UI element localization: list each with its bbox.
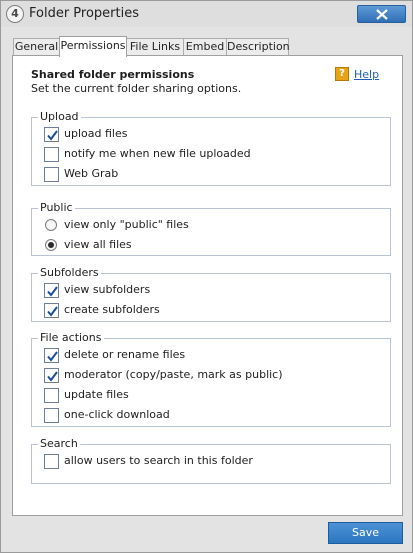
view-all-files-label: view all files [64, 238, 132, 251]
allow-search-label: allow users to search in this folder [64, 454, 253, 467]
window-title: Folder Properties [29, 6, 140, 21]
search-group: Search allow users to search in this fol… [31, 437, 391, 484]
tab-description[interactable]: Description [226, 38, 290, 55]
upload-group: Upload upload files notify me when new f… [31, 110, 391, 186]
delete-rename-checkbox[interactable] [44, 348, 59, 363]
permissions-panel: Shared folder permissions Set the curren… [12, 55, 403, 516]
title-bar[interactable]: 4 Folder Properties [1, 1, 412, 27]
public-group: Public view only "public" files view all… [31, 201, 391, 256]
close-button[interactable] [357, 5, 406, 23]
tab-embed[interactable]: Embed [183, 38, 227, 55]
checkmark-icon [47, 371, 58, 382]
web-grab-checkbox[interactable] [44, 167, 59, 182]
subfolders-group: Subfolders view subfolders create subfol… [31, 266, 391, 322]
tab-permissions[interactable]: Permissions [59, 36, 127, 57]
file-actions-group: File actions delete or rename files mode… [31, 331, 391, 427]
checkmark-icon [47, 130, 58, 141]
help-icon[interactable]: ? [335, 67, 349, 81]
public-group-label: Public [38, 201, 75, 214]
view-public-only-label: view only "public" files [64, 218, 189, 231]
upload-group-label: Upload [38, 110, 81, 123]
one-click-download-label: one-click download [64, 408, 170, 421]
upload-files-checkbox[interactable] [44, 127, 59, 142]
view-all-files-radio[interactable] [45, 239, 57, 251]
checkmark-icon [47, 286, 58, 297]
moderator-checkbox[interactable] [44, 368, 59, 383]
web-grab-label: Web Grab [64, 167, 119, 180]
upload-files-label: upload files [64, 127, 128, 140]
notify-upload-label: notify me when new file uploaded [64, 147, 251, 160]
notify-upload-checkbox[interactable] [44, 147, 59, 162]
create-subfolders-checkbox[interactable] [44, 303, 59, 318]
folder-properties-window: 4 Folder Properties General Permissions … [0, 0, 413, 553]
create-subfolders-label: create subfolders [64, 303, 160, 316]
delete-rename-label: delete or rename files [64, 348, 186, 361]
view-subfolders-checkbox[interactable] [44, 283, 59, 298]
search-group-label: Search [38, 437, 80, 450]
update-files-label: update files [64, 388, 129, 401]
file-actions-group-label: File actions [38, 331, 104, 344]
save-button[interactable]: Save [328, 522, 403, 544]
one-click-download-checkbox[interactable] [44, 408, 59, 423]
subfolders-group-label: Subfolders [38, 266, 101, 279]
view-subfolders-label: view subfolders [64, 283, 151, 296]
checkmark-icon [47, 306, 58, 317]
view-public-only-radio[interactable] [45, 219, 57, 231]
tab-general[interactable]: General [13, 38, 60, 55]
panel-subheading: Set the current folder sharing options. [31, 82, 242, 95]
app-logo-icon: 4 [6, 5, 24, 23]
panel-heading: Shared folder permissions [31, 68, 195, 81]
tab-file-links[interactable]: File Links [126, 38, 184, 55]
moderator-label: moderator (copy/paste, mark as public) [64, 368, 283, 381]
allow-search-checkbox[interactable] [44, 454, 59, 469]
close-icon [376, 9, 388, 20]
checkmark-icon [47, 351, 58, 362]
help-link[interactable]: Help [354, 68, 379, 81]
update-files-checkbox[interactable] [44, 388, 59, 403]
